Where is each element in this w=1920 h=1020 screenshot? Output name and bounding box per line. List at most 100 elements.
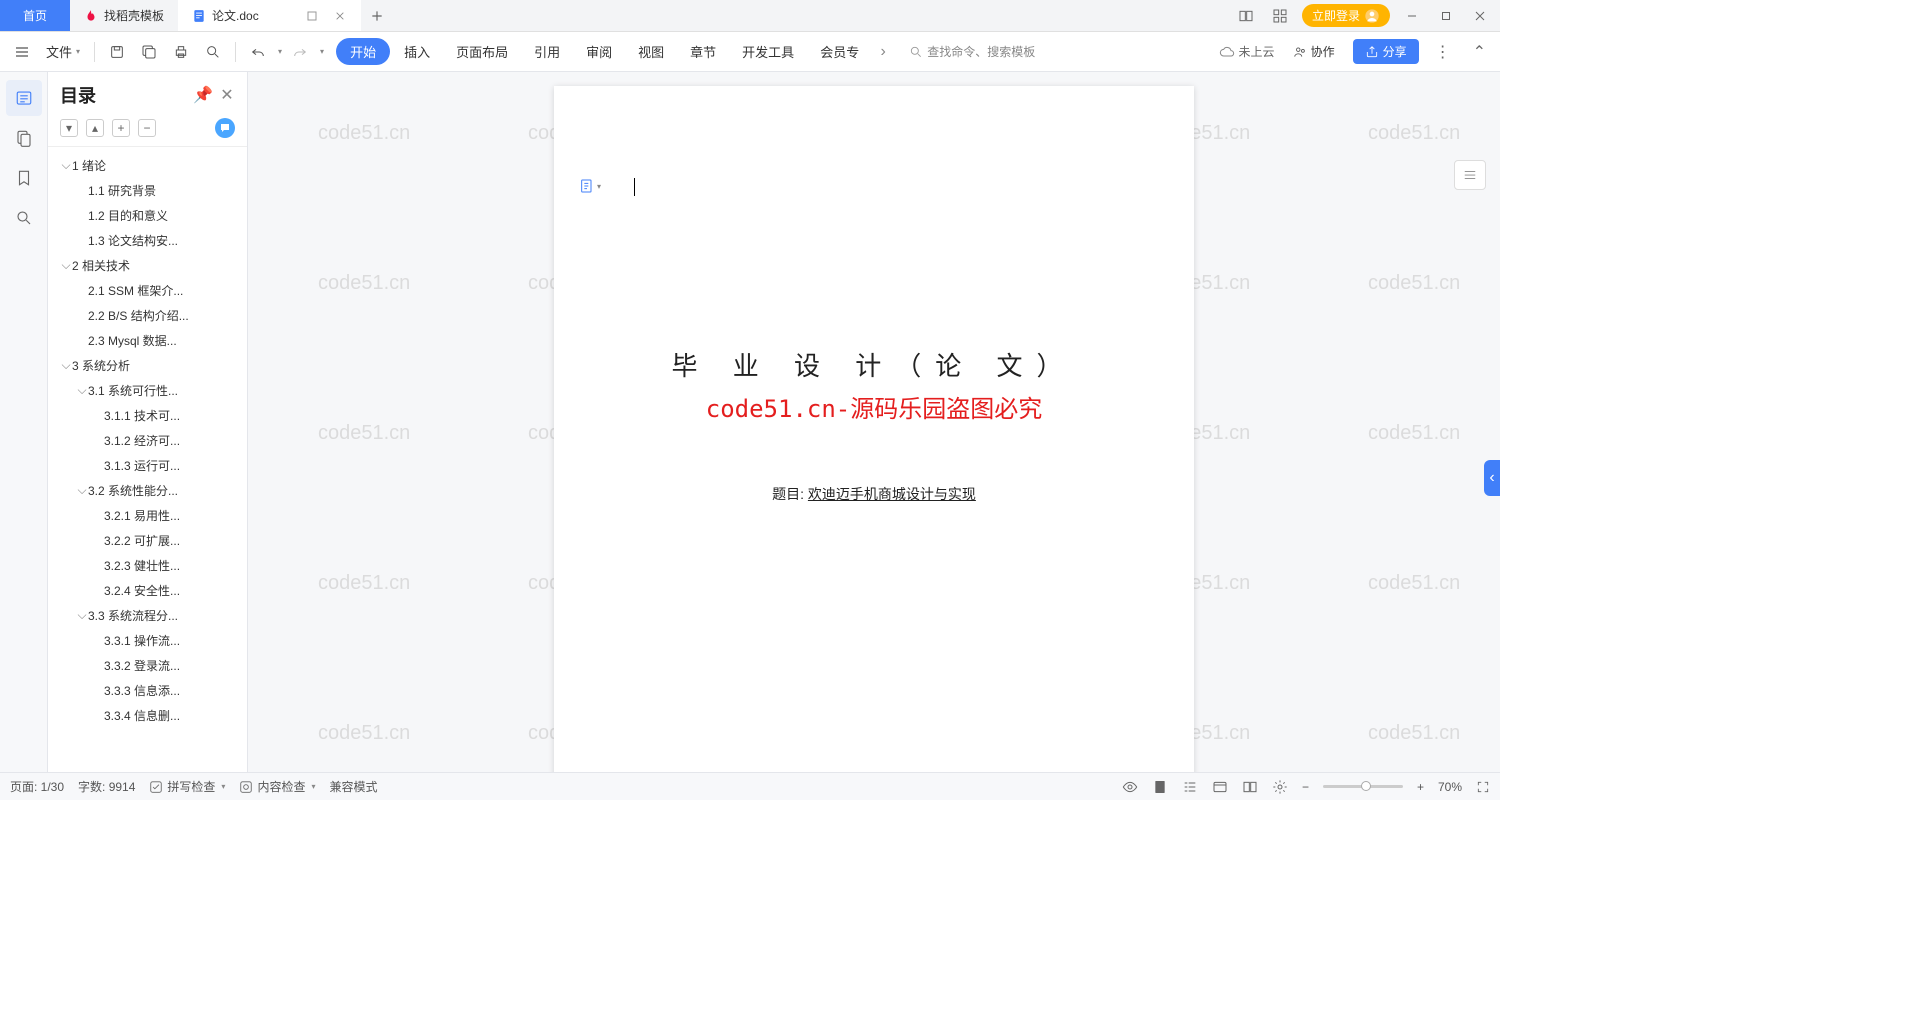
zoom-in-icon[interactable]: + (1417, 780, 1424, 794)
menu-icon[interactable] (8, 38, 36, 66)
toc-item[interactable]: ⌵3 系统分析 (48, 353, 247, 378)
add-item-icon[interactable]: + (112, 119, 130, 137)
ribbon-tab-dev[interactable]: 开发工具 (730, 36, 806, 67)
toc-item[interactable]: 2.3 Mysql 数据... (48, 328, 247, 353)
toc-label: 1.3 论文结构安... (88, 232, 178, 249)
toc-item[interactable]: 3.2.2 可扩展... (48, 528, 247, 553)
toc-item[interactable]: 3.3.4 信息删... (48, 703, 247, 728)
popup-icon[interactable] (305, 9, 319, 23)
toc-item[interactable]: 2.1 SSM 框架介... (48, 278, 247, 303)
apps-icon[interactable] (1268, 4, 1292, 28)
ribbon-tab-start[interactable]: 开始 (336, 38, 390, 65)
settings-icon[interactable] (1272, 779, 1288, 795)
chevron-right-icon[interactable]: › (873, 42, 893, 62)
outline-title: 目录 (60, 82, 96, 108)
save-as-icon[interactable] (135, 38, 163, 66)
minimize-button[interactable] (1400, 4, 1424, 28)
save-icon[interactable] (103, 38, 131, 66)
maximize-button[interactable] (1434, 4, 1458, 28)
template-rail-icon[interactable] (6, 120, 42, 156)
close-panel-icon[interactable]: ✕ (219, 87, 235, 103)
toc-item[interactable]: 3.1.3 运行可... (48, 453, 247, 478)
close-icon[interactable] (333, 9, 347, 23)
more-icon[interactable]: ⋮ (1429, 42, 1457, 62)
outline-rail-icon[interactable] (6, 80, 42, 116)
tab-templates[interactable]: 找稻壳模板 (70, 0, 178, 31)
eye-icon[interactable] (1122, 779, 1138, 795)
toc-item[interactable]: 3.2.1 易用性... (48, 503, 247, 528)
print-preview-icon[interactable] (199, 38, 227, 66)
toc-item[interactable]: ⌵2 相关技术 (48, 253, 247, 278)
ribbon-tab-insert[interactable]: 插入 (392, 36, 442, 67)
right-slide-handle[interactable]: ‹ (1484, 460, 1500, 496)
tab-document[interactable]: 论文.doc (178, 0, 361, 31)
command-search[interactable]: 查找命令、搜索模板 (909, 43, 1035, 60)
toc-item[interactable]: 1.3 论文结构安... (48, 228, 247, 253)
collapse-icon[interactable]: ⌃ (1467, 42, 1492, 62)
ribbon-tab-reference[interactable]: 引用 (522, 36, 572, 67)
search-rail-icon[interactable] (6, 200, 42, 236)
toc-item[interactable]: 3.2.4 安全性... (48, 578, 247, 603)
left-rail (0, 72, 48, 772)
status-spellcheck[interactable]: 拼写检查▾ (149, 778, 225, 795)
ribbon-tab-member[interactable]: 会员专 (808, 36, 871, 67)
toc-item[interactable]: 3.3.2 登录流... (48, 653, 247, 678)
toc-item[interactable]: ⌵3.3 系统流程分... (48, 603, 247, 628)
expand-all-icon[interactable]: ▴ (86, 119, 104, 137)
collapse-all-icon[interactable]: ▾ (60, 119, 78, 137)
zoom-value[interactable]: 70% (1438, 780, 1462, 794)
new-tab-button[interactable] (361, 0, 393, 31)
cloud-status[interactable]: 未上云 (1219, 43, 1275, 60)
undo-icon[interactable] (244, 38, 272, 66)
document-page[interactable]: ▾ 毕 业 设 计（论 文） code51.cn-源码乐园盗图必究 题目: 欢迪… (554, 86, 1194, 772)
file-menu[interactable]: 文件▾ (40, 42, 86, 61)
print-icon[interactable] (167, 38, 195, 66)
header-doc-icon[interactable]: ▾ (578, 176, 602, 196)
bg-watermark: code51.cn (1368, 272, 1460, 295)
view-read-icon[interactable] (1242, 779, 1258, 795)
chevron-down-icon[interactable]: ▾ (278, 47, 282, 56)
chat-icon[interactable] (215, 118, 235, 138)
status-compat[interactable]: 兼容模式 (329, 778, 377, 795)
toc-item[interactable]: 3.1.1 技术可... (48, 403, 247, 428)
zoom-slider[interactable] (1323, 785, 1403, 788)
ribbon-tab-layout[interactable]: 页面布局 (444, 36, 520, 67)
right-panel-toggle[interactable] (1454, 160, 1486, 190)
toc-item[interactable]: 2.2 B/S 结构介绍... (48, 303, 247, 328)
toc-item[interactable]: 3.2.3 健壮性... (48, 553, 247, 578)
toc-item[interactable]: 3.3.3 信息添... (48, 678, 247, 703)
toc-item[interactable]: ⌵3.1 系统可行性... (48, 378, 247, 403)
zoom-out-icon[interactable]: − (1302, 780, 1309, 794)
toc-item[interactable]: 3.1.2 经济可... (48, 428, 247, 453)
chevron-down-icon[interactable]: ▾ (320, 47, 324, 56)
bookmark-rail-icon[interactable] (6, 160, 42, 196)
toc-item[interactable]: ⌵1 绪论 (48, 153, 247, 178)
toc-item[interactable]: 3.3.1 操作流... (48, 628, 247, 653)
pin-icon[interactable]: 📌 (195, 87, 211, 103)
cloud-icon (1219, 44, 1235, 60)
view-outline-icon[interactable] (1182, 779, 1198, 795)
login-button[interactable]: 立即登录 (1302, 4, 1390, 27)
ribbon-tab-view[interactable]: 视图 (626, 36, 676, 67)
toc-item[interactable]: 1.2 目的和意义 (48, 203, 247, 228)
ribbon-tab-chapter[interactable]: 章节 (678, 36, 728, 67)
view-page-icon[interactable] (1152, 779, 1168, 795)
bg-watermark: code51.cn (318, 722, 410, 745)
coop-button[interactable]: 协作 (1285, 40, 1343, 63)
toc-label: 2.3 Mysql 数据... (88, 332, 177, 349)
tab-home[interactable]: 首页 (0, 0, 70, 31)
status-page[interactable]: 页面: 1/30 (10, 778, 64, 795)
toc-item[interactable]: 1.1 研究背景 (48, 178, 247, 203)
view-web-icon[interactable] (1212, 779, 1228, 795)
ribbon-tab-review[interactable]: 审阅 (574, 36, 624, 67)
close-window-button[interactable] (1468, 4, 1492, 28)
status-contentcheck[interactable]: 内容检查▾ (239, 778, 315, 795)
remove-item-icon[interactable]: − (138, 119, 156, 137)
fullscreen-icon[interactable] (1476, 780, 1490, 794)
layout-icon[interactable] (1234, 4, 1258, 28)
redo-icon[interactable] (286, 38, 314, 66)
toc-item[interactable]: ⌵3.2 系统性能分... (48, 478, 247, 503)
status-words[interactable]: 字数: 9914 (78, 778, 135, 795)
share-button[interactable]: 分享 (1353, 39, 1419, 64)
tab-home-label: 首页 (23, 7, 47, 24)
